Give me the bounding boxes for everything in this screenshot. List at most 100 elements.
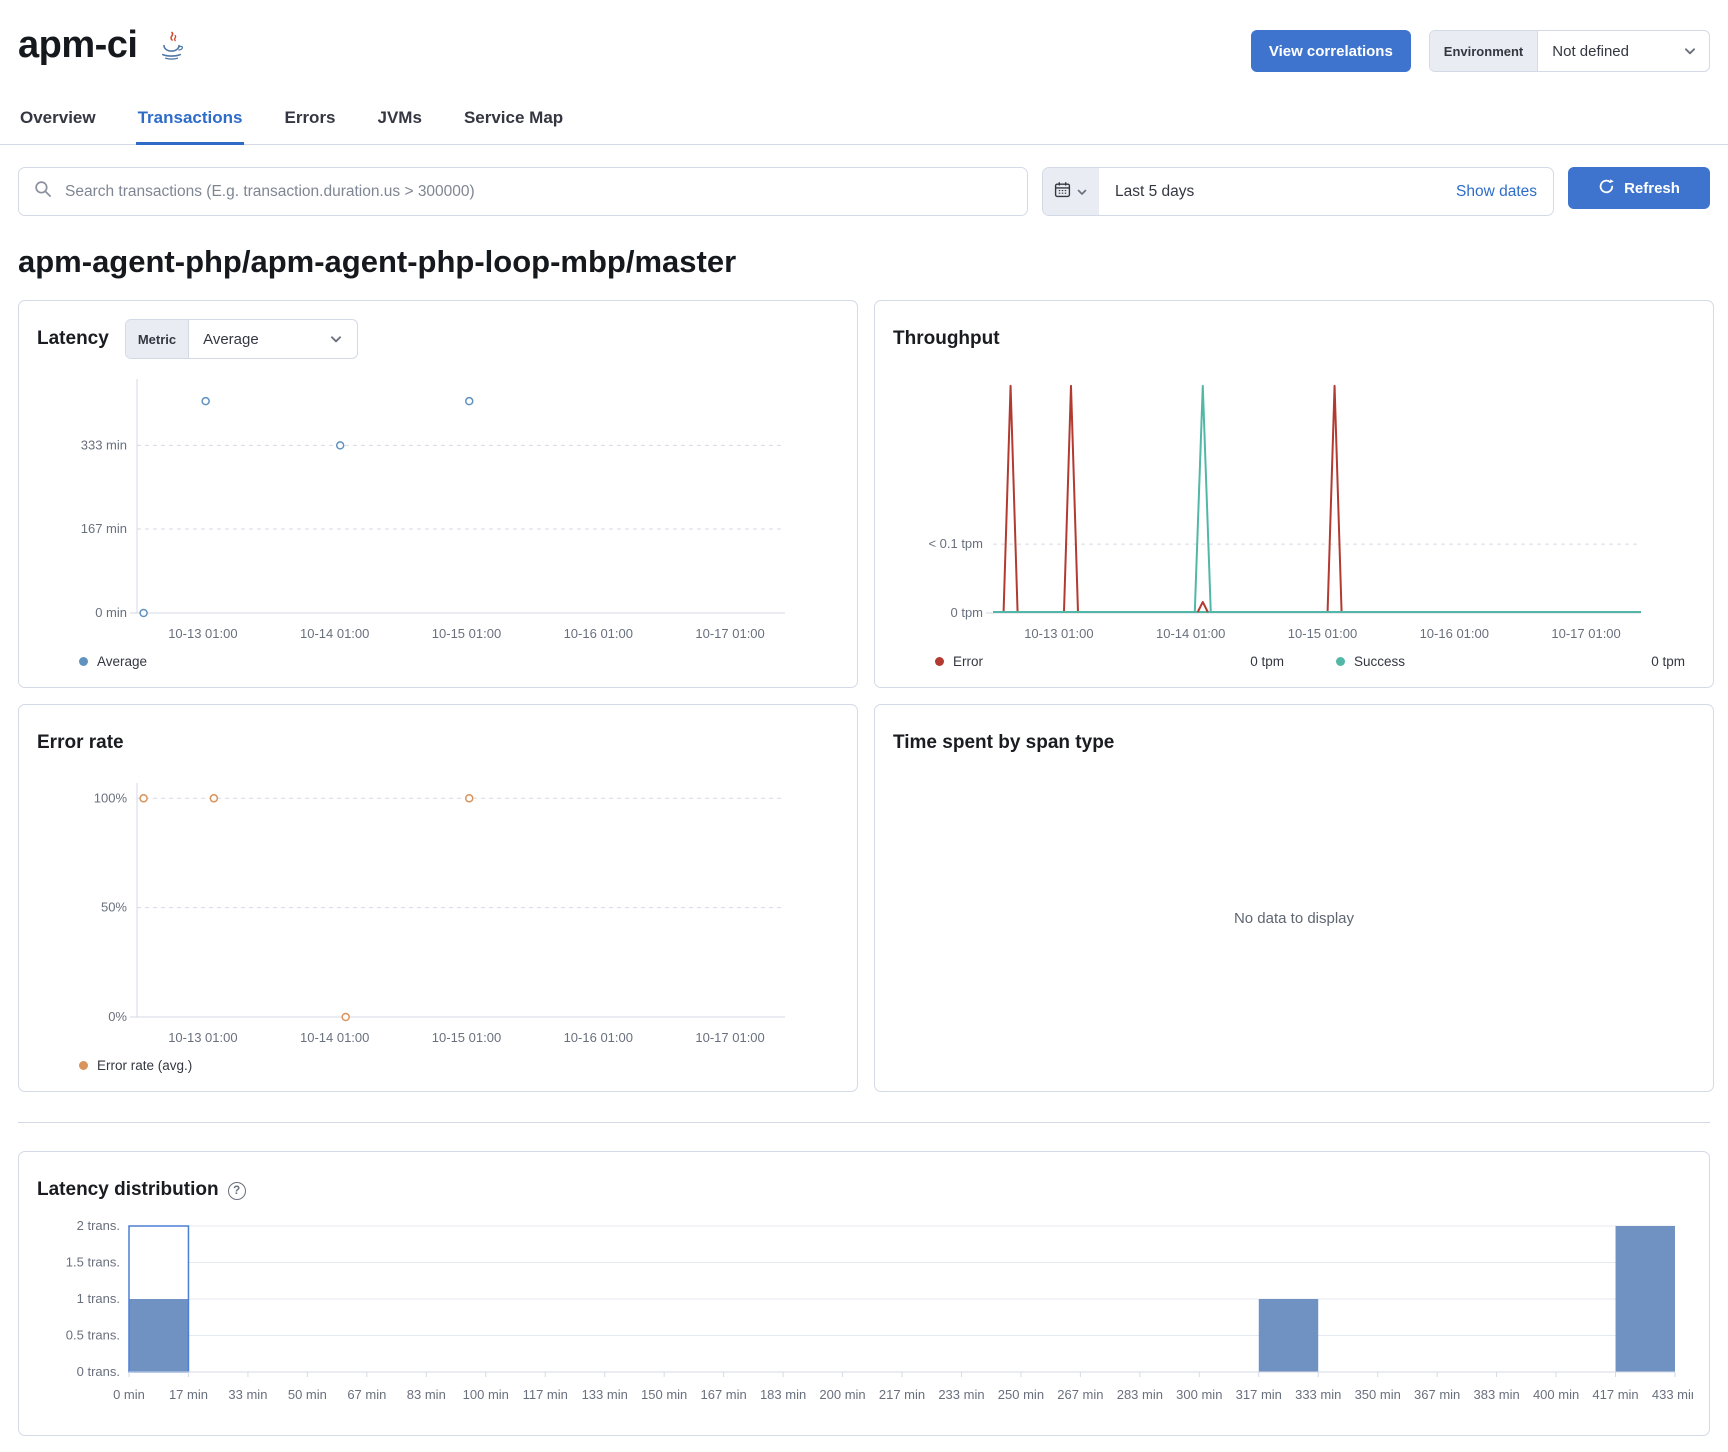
topbar-actions: View correlations Environment Not define… [1251,30,1710,72]
environment-select[interactable]: Environment Not defined [1429,30,1710,72]
tab-transactions[interactable]: Transactions [136,98,245,145]
latency-legend: Average [37,654,839,669]
x-tick-label: 167 min [700,1387,746,1402]
search-input[interactable] [63,182,1012,202]
data-point [210,795,217,802]
chevron-down-icon [1683,44,1709,58]
error-rate-panel-head: Error rate [37,723,839,763]
legend-item-success[interactable]: Success0 tpm [1336,654,1685,669]
error-rate-title: Error rate [37,732,124,754]
x-tick-label: 433 min [1652,1387,1693,1402]
histogram-bar [1616,1226,1675,1372]
x-tick-label: 10-13 01:00 [168,1030,237,1045]
legend-value: 0 tpm [1250,654,1284,669]
x-tick-label: 10-16 01:00 [1420,626,1489,641]
x-tick-label: 267 min [1057,1387,1103,1402]
latency-distribution-title: Latency distribution [37,1179,219,1201]
x-tick-label: 83 min [407,1387,446,1402]
legend-dot [1336,657,1345,666]
controls-row: Last 5 days Show dates Refresh [18,167,1710,216]
date-picker-calendar-button[interactable] [1043,168,1099,215]
calendar-icon [1054,181,1071,203]
legend-item-average[interactable]: Average [79,654,147,669]
y-tick-label: 167 min [81,521,127,536]
service-title-wrap: apm-ci [18,22,184,67]
charts-grid: Latency Metric Average 0 min167 min333 m… [18,300,1710,1092]
latency-distribution-chart[interactable]: 0 trans.0.5 trans.1 trans.1.5 trans.2 tr… [37,1214,1691,1417]
tab-jvms[interactable]: JVMs [376,98,424,145]
latency-plot: 0 min167 min333 min10-13 01:0010-14 01:0… [37,363,839,647]
latency-panel-head: Latency Metric Average [37,319,839,359]
y-tick-label: 1.5 trans. [66,1255,120,1270]
error-rate-chart[interactable]: 0%50%100%10-13 01:0010-14 01:0010-15 01:… [37,767,839,1056]
metric-select[interactable]: Metric Average [125,319,358,359]
x-tick-label: 67 min [347,1387,386,1402]
series-spike [1004,386,1018,612]
latency-chart[interactable]: 0 min167 min333 min10-13 01:0010-14 01:0… [37,363,839,652]
x-tick-label: 10-13 01:00 [168,626,237,641]
search-icon [34,180,52,203]
x-tick-label: 150 min [641,1387,687,1402]
legend-item-error-rate-avg-[interactable]: Error rate (avg.) [79,1058,192,1073]
legend-label: Error rate (avg.) [97,1058,192,1073]
date-picker: Last 5 days Show dates [1042,167,1554,216]
refresh-button[interactable]: Refresh [1568,167,1710,209]
x-tick-label: 217 min [879,1387,925,1402]
data-point [140,795,147,802]
x-tick-label: 400 min [1533,1387,1579,1402]
data-point [342,1014,349,1021]
throughput-panel-head: Throughput [893,319,1695,359]
metric-label: Metric [126,320,189,358]
latency-distribution-head: Latency distribution ? [37,1170,1691,1210]
x-tick-label: 10-13 01:00 [1024,626,1093,641]
legend-dot [79,657,88,666]
x-tick-label: 417 min [1592,1387,1638,1402]
throughput-panel: Throughput 0 tpm < 0.1 tpm 10-13 01:00 10-1… [874,300,1714,688]
x-tick-label: 50 min [288,1387,327,1402]
show-dates-button[interactable]: Show dates [1440,183,1553,201]
tab-service-map[interactable]: Service Map [462,98,565,145]
tab-errors[interactable]: Errors [282,98,337,145]
series-spike [1064,386,1078,612]
y-tick-label: 100% [94,790,128,805]
x-tick-label: 317 min [1236,1387,1282,1402]
x-tick-label: 350 min [1355,1387,1401,1402]
histogram-bar [1259,1299,1318,1372]
date-range-value[interactable]: Last 5 days [1099,183,1440,201]
legend-label: Average [97,654,147,669]
service-name-title: apm-ci [18,24,137,67]
tab-overview[interactable]: Overview [18,98,98,145]
series-spike [1195,386,1211,612]
y-tick-label: 0 trans. [77,1364,120,1379]
x-tick-label: 283 min [1117,1387,1163,1402]
service-tabs: Overview Transactions Errors JVMs Servic… [0,98,1728,145]
no-data-message: No data to display [893,763,1695,1073]
chevron-down-icon [329,332,343,346]
y-tick-label: 2 trans. [77,1218,120,1233]
x-tick-label: 100 min [463,1387,509,1402]
view-correlations-button[interactable]: View correlations [1251,30,1411,72]
x-tick-label: 10-16 01:00 [564,626,633,641]
error-rate-plot: 0%50%100%10-13 01:0010-14 01:0010-15 01:… [37,767,839,1051]
x-tick-label: 10-14 01:00 [300,1030,369,1045]
throughput-chart[interactable]: 0 tpm < 0.1 tpm 10-13 01:00 10-14 01:00 10-1… [893,363,1695,652]
x-tick-label: 10-17 01:00 [695,626,764,641]
legend-label: Error [953,654,983,669]
x-tick-label: 367 min [1414,1387,1460,1402]
latency-title: Latency [37,328,109,350]
search-transactions-box [18,167,1028,216]
y-tick-label: 50% [101,900,127,915]
help-icon[interactable]: ? [228,1182,246,1200]
span-type-panel: Time spent by span type No data to displ… [874,704,1714,1092]
legend-item-error[interactable]: Error 0 tpm [935,654,1284,669]
y-tick-label: 0 min [95,605,127,620]
x-tick-label: 10-14 01:00 [1156,626,1225,641]
legend-dot [935,657,944,666]
legend-value: 0 tpm [1651,654,1685,669]
y-tick-label: < 0.1 tpm [928,536,983,551]
x-tick-label: 0 min [113,1387,145,1402]
x-tick-label: 133 min [582,1387,628,1402]
metric-value: Average [203,331,259,348]
x-tick-label: 183 min [760,1387,806,1402]
y-tick-label: 0 tpm [950,605,983,620]
